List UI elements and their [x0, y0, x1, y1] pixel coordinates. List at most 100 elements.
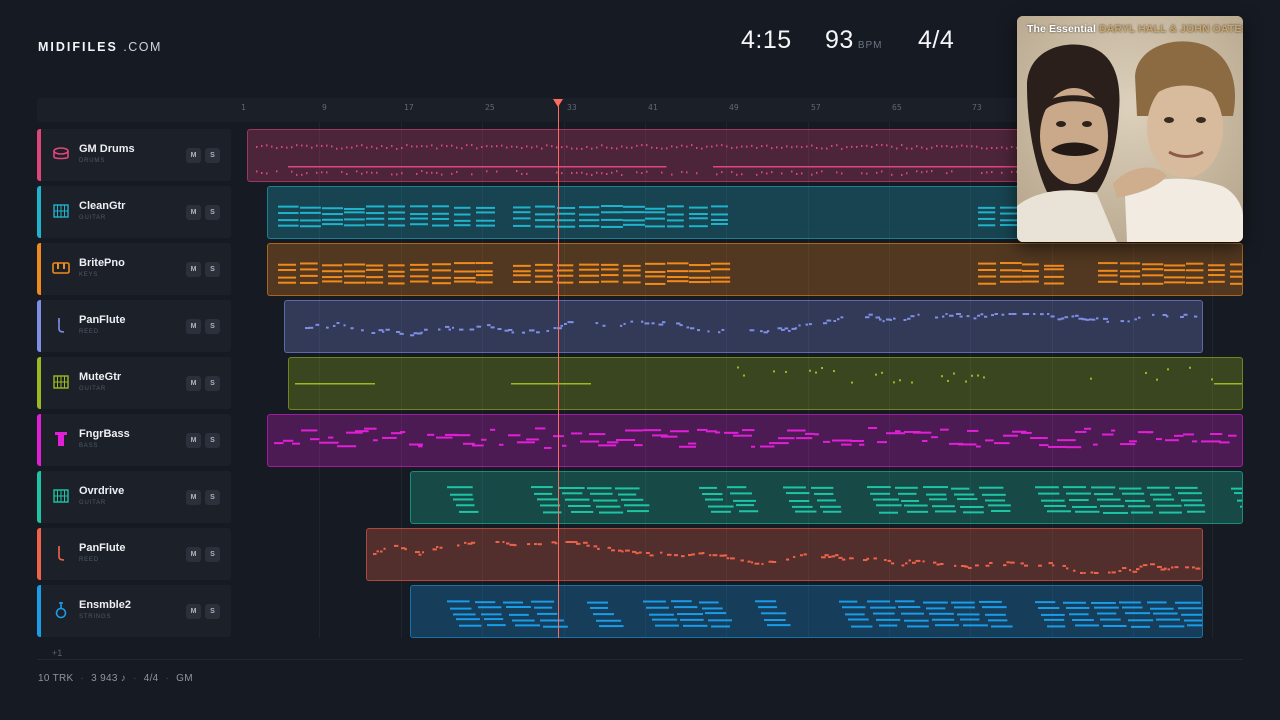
note [926, 493, 947, 496]
note [873, 557, 878, 560]
note [801, 146, 803, 149]
mute-button[interactable]: M [186, 205, 201, 220]
note [1083, 572, 1086, 574]
note [526, 172, 528, 175]
note [452, 326, 455, 329]
track-header-ovrdrive[interactable]: Ovrdrive GUITAR M S [37, 471, 231, 523]
note [916, 170, 918, 173]
solo-button[interactable]: S [205, 490, 220, 505]
note [635, 552, 639, 555]
clip-ensmble2[interactable] [410, 585, 1203, 638]
note [903, 318, 907, 321]
guitar-icon [53, 375, 69, 389]
clip-panflute[interactable] [284, 300, 1203, 353]
track-name: BritePno [79, 257, 125, 269]
note [1097, 498, 1121, 501]
note [1164, 269, 1186, 272]
note [466, 144, 468, 147]
track-header-panflute[interactable]: PanFlute REED M S [37, 300, 231, 352]
note [326, 171, 328, 174]
mute-button[interactable]: M [186, 376, 201, 391]
track-header-mutegtr[interactable]: MuteGtr GUITAR M S [37, 357, 231, 409]
solo-button[interactable]: S [205, 376, 220, 391]
mute-button[interactable]: M [186, 604, 201, 619]
note [940, 428, 949, 431]
solo-button[interactable]: S [205, 319, 220, 334]
note [453, 613, 476, 616]
note [562, 444, 567, 447]
note [1122, 567, 1127, 570]
mute-button[interactable]: M [186, 547, 201, 562]
note [702, 607, 723, 610]
note [459, 328, 464, 331]
clip-panflute-2[interactable] [366, 528, 1203, 581]
note [1165, 439, 1179, 442]
mute-button[interactable]: M [186, 262, 201, 277]
note [343, 324, 346, 327]
playhead-handle[interactable] [553, 99, 563, 107]
note [1125, 499, 1145, 502]
track-header-cleangtr[interactable]: CleanGtr GUITAR M S [37, 186, 231, 238]
note [481, 613, 502, 616]
track-header-panflute-2[interactable]: PanFlute REED M S [37, 528, 231, 580]
album-title: The Essential DARYL HALL & JOHN OATES [1027, 23, 1243, 35]
clip-britepno[interactable] [267, 243, 1243, 296]
ruler-tick: 65 [892, 103, 902, 112]
note [356, 144, 358, 147]
clip-mutegtr[interactable] [288, 357, 1243, 410]
track-color-stripe [37, 471, 41, 523]
note [571, 171, 573, 174]
note [671, 600, 692, 603]
note [587, 601, 608, 604]
note [971, 145, 973, 148]
note [1186, 276, 1204, 279]
note [511, 383, 591, 385]
note [1152, 313, 1155, 316]
mute-button[interactable]: M [186, 148, 201, 163]
track-category: REED [79, 557, 99, 563]
note [366, 205, 385, 208]
mute-button[interactable]: M [186, 319, 201, 334]
note [1001, 146, 1003, 149]
clip-ovrdrive[interactable] [410, 471, 1243, 524]
note [535, 269, 553, 272]
solo-button[interactable]: S [205, 148, 220, 163]
more-tracks-indicator[interactable]: +1 [52, 648, 62, 658]
track-header-gm-drums[interactable]: GM Drums DRUMS M S [37, 129, 231, 181]
track-header-britepno[interactable]: BritePno KEYS M S [37, 243, 231, 295]
note [791, 170, 793, 173]
note [571, 432, 583, 435]
note [557, 274, 574, 277]
note [891, 173, 893, 176]
note [985, 499, 1006, 502]
note [344, 224, 365, 227]
mute-button[interactable]: M [186, 490, 201, 505]
solo-button[interactable]: S [205, 205, 220, 220]
track-header-ensmble2[interactable]: Ensmble2 STRINGS M S [37, 585, 231, 637]
note [671, 145, 673, 148]
note [839, 600, 858, 603]
playhead[interactable] [558, 100, 559, 638]
note [811, 486, 834, 489]
solo-button[interactable]: S [205, 262, 220, 277]
note [815, 371, 817, 374]
note [786, 492, 810, 495]
brand-logo[interactable]: MIDIFILES .COM [38, 40, 162, 54]
ruler-tick: 1 [241, 103, 246, 112]
solo-button[interactable]: S [205, 604, 220, 619]
clip-fngrbass[interactable] [267, 414, 1243, 467]
note [1092, 318, 1096, 321]
solo-button[interactable]: S [205, 547, 220, 562]
note [851, 381, 853, 384]
track-header-fngrbass[interactable]: FngrBass BASS M S [37, 414, 231, 466]
note [841, 172, 843, 175]
note [621, 173, 623, 176]
mute-button[interactable]: M [186, 433, 201, 448]
note [639, 551, 642, 554]
note [591, 147, 593, 150]
ruler-tick: 25 [485, 103, 495, 112]
note [373, 439, 378, 442]
solo-button[interactable]: S [205, 433, 220, 448]
note [801, 172, 803, 175]
note [691, 144, 693, 147]
